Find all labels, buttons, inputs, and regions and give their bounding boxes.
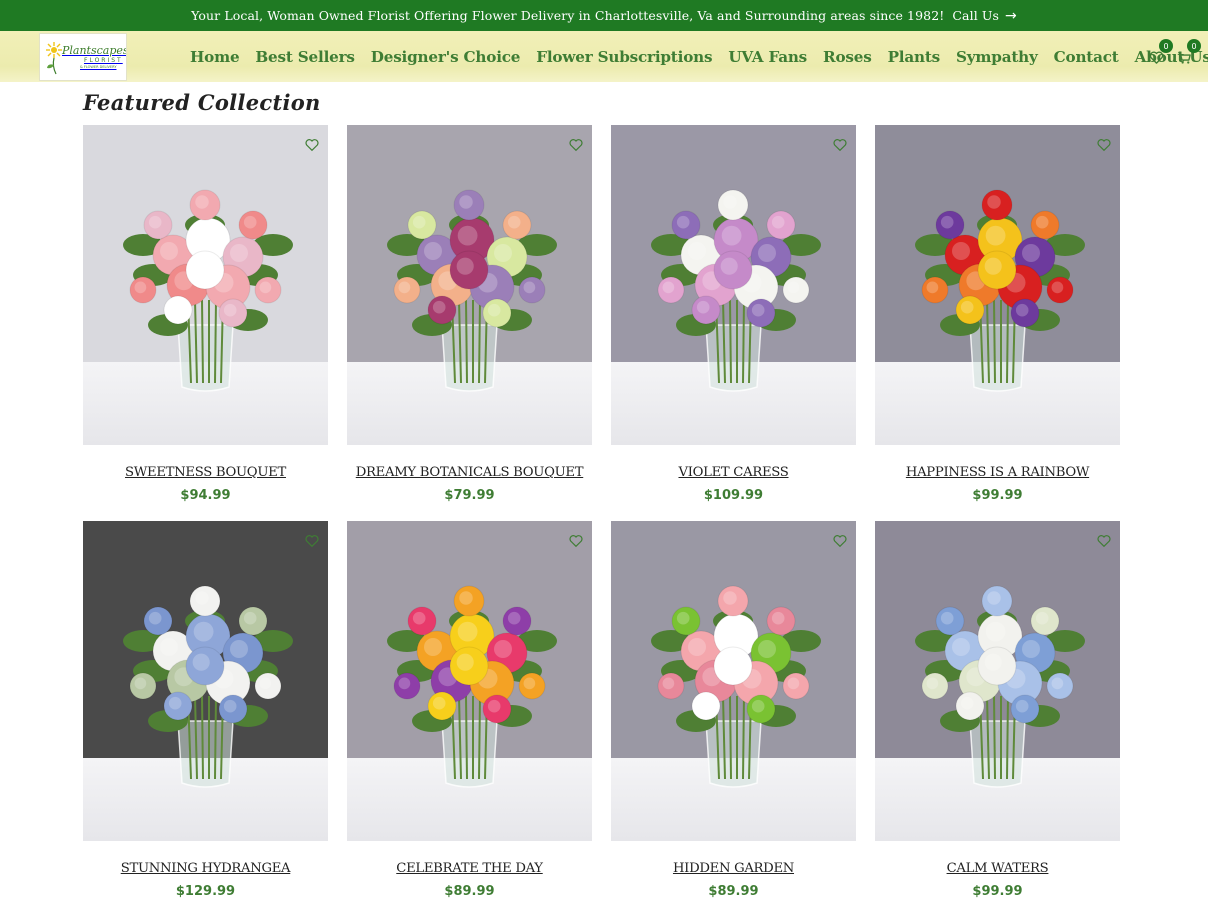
product-card[interactable]: CALM WATERS $99.99 [875, 521, 1120, 899]
call-us-link[interactable]: Call Us → [952, 8, 1016, 24]
arrow-right-icon: → [1005, 7, 1017, 24]
product-card[interactable]: DREAMY BOTANICALS BOUQUET $79.99 [347, 125, 592, 503]
cart-button[interactable]: 0 [1173, 39, 1201, 68]
product-image[interactable] [347, 521, 592, 841]
bouquet-illustration [651, 585, 821, 788]
bouquet-illustration [915, 189, 1085, 392]
add-to-wishlist-heart-icon[interactable] [568, 533, 584, 549]
product-name-link[interactable]: HIDDEN GARDEN [611, 861, 856, 876]
product-price: $94.99 [180, 488, 231, 503]
nav-flower-subscriptions[interactable]: Flower Subscriptions [536, 48, 712, 66]
cart-count-badge: 0 [1187, 39, 1201, 53]
product-name-link[interactable]: CELEBRATE THE DAY [347, 861, 592, 876]
product-name-link[interactable]: HAPPINESS IS A RAINBOW [875, 465, 1120, 480]
product-card[interactable]: VIOLET CARESS $109.99 [611, 125, 856, 503]
add-to-wishlist-heart-icon[interactable] [304, 137, 320, 153]
site-logo[interactable]: Plantscapes FLORIST & FLOWER DELIVERY [39, 33, 127, 81]
nav-roses[interactable]: Roses [823, 48, 872, 66]
nav-designers-choice[interactable]: Designer's Choice [371, 48, 521, 66]
product-name-link[interactable]: STUNNING HYDRANGEA [83, 861, 328, 876]
add-to-wishlist-heart-icon[interactable] [832, 533, 848, 549]
bouquet-illustration [915, 585, 1085, 788]
add-to-wishlist-heart-icon[interactable] [304, 533, 320, 549]
bouquet-illustration [651, 189, 821, 392]
nav-home[interactable]: Home [190, 48, 240, 66]
promo-bar: Your Local, Woman Owned Florist Offering… [0, 0, 1208, 31]
product-name-link[interactable]: CALM WATERS [875, 861, 1120, 876]
product-price: $129.99 [175, 884, 236, 899]
nav-plants[interactable]: Plants [888, 48, 941, 66]
product-price: $89.99 [708, 884, 759, 899]
product-card[interactable]: SWEETNESS BOUQUET $94.99 [83, 125, 328, 503]
product-card[interactable]: HIDDEN GARDEN $89.99 [611, 521, 856, 899]
product-price: $99.99 [972, 488, 1023, 503]
bouquet-illustration [387, 585, 557, 788]
nav-uva-fans[interactable]: UVA Fans [728, 48, 807, 66]
wishlist-button[interactable]: 0 [1145, 39, 1173, 68]
product-image[interactable] [83, 125, 328, 445]
logo-subtitle: FLORIST [84, 56, 123, 64]
nav-contact[interactable]: Contact [1054, 48, 1119, 66]
product-image[interactable] [875, 125, 1120, 445]
logo-tagline: & FLOWER DELIVERY [80, 64, 117, 69]
add-to-wishlist-heart-icon[interactable] [832, 137, 848, 153]
site-header: Plantscapes FLORIST & FLOWER DELIVERY Ho… [0, 31, 1208, 82]
product-image[interactable] [347, 125, 592, 445]
add-to-wishlist-heart-icon[interactable] [568, 137, 584, 153]
product-card[interactable]: CELEBRATE THE DAY $89.99 [347, 521, 592, 899]
add-to-wishlist-heart-icon[interactable] [1096, 137, 1112, 153]
bouquet-illustration [123, 585, 293, 788]
product-image[interactable] [875, 521, 1120, 841]
logo-script-text: Plantscapes [62, 43, 127, 57]
product-price: $89.99 [444, 884, 495, 899]
product-image[interactable] [83, 521, 328, 841]
product-name-link[interactable]: SWEETNESS BOUQUET [83, 465, 328, 480]
promo-message: Your Local, Woman Owned Florist Offering… [191, 8, 945, 23]
product-card[interactable]: STUNNING HYDRANGEA $129.99 [83, 521, 328, 899]
wishlist-count-badge: 0 [1159, 39, 1173, 53]
product-price: $79.99 [444, 488, 495, 503]
flower-logo-icon [46, 42, 62, 75]
product-price: $109.99 [703, 488, 764, 503]
main-nav: Home Best Sellers Designer's Choice Flow… [190, 31, 1208, 82]
call-us-label: Call Us [952, 8, 1000, 23]
product-card[interactable]: HAPPINESS IS A RAINBOW $99.99 [875, 125, 1120, 503]
nav-best-sellers[interactable]: Best Sellers [255, 48, 355, 66]
product-price: $99.99 [972, 884, 1023, 899]
product-name-link[interactable]: DREAMY BOTANICALS BOUQUET [347, 465, 592, 480]
nav-sympathy[interactable]: Sympathy [956, 48, 1038, 66]
add-to-wishlist-heart-icon[interactable] [1096, 533, 1112, 549]
product-image[interactable] [611, 125, 856, 445]
header-actions: 0 0 [1145, 39, 1201, 69]
bouquet-illustration [387, 189, 557, 392]
product-name-link[interactable]: VIOLET CARESS [611, 465, 856, 480]
section-title: Featured Collection [83, 90, 321, 115]
bouquet-illustration [123, 189, 293, 392]
product-image[interactable] [611, 521, 856, 841]
